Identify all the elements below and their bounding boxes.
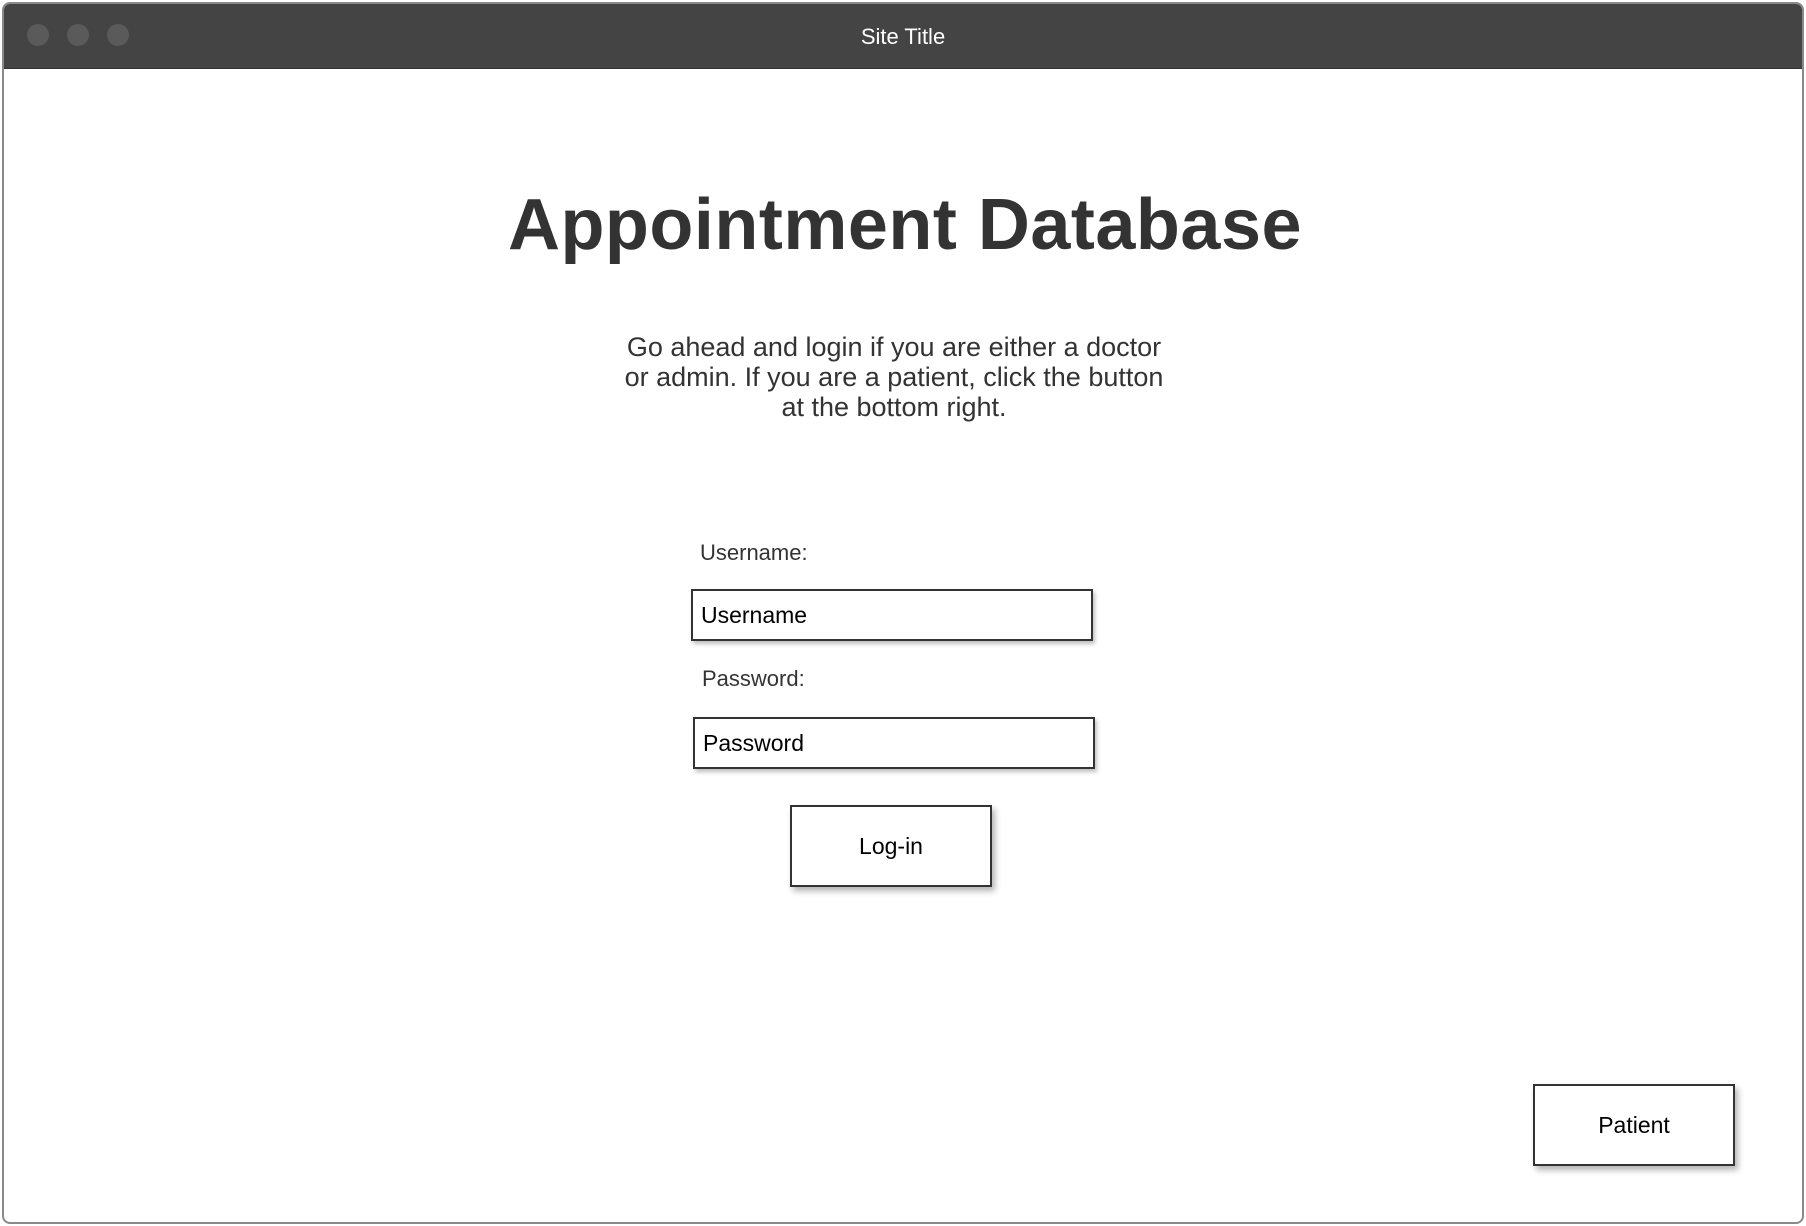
password-label: Password: (702, 666, 805, 691)
title-bar: Site Title (4, 4, 1802, 69)
page-title: Appointment Database (507, 185, 1303, 265)
patient-button[interactable]: Patient (1533, 1084, 1735, 1166)
password-input[interactable] (693, 717, 1095, 769)
intro-text: Go ahead and login if you are either a d… (624, 332, 1164, 422)
browser-window: Site Title Appointment Database Go ahead… (2, 2, 1804, 1224)
username-input[interactable] (691, 589, 1093, 641)
username-label: Username: (700, 540, 808, 565)
site-title: Site Title (860, 24, 946, 49)
login-button[interactable]: Log-in (790, 805, 992, 887)
